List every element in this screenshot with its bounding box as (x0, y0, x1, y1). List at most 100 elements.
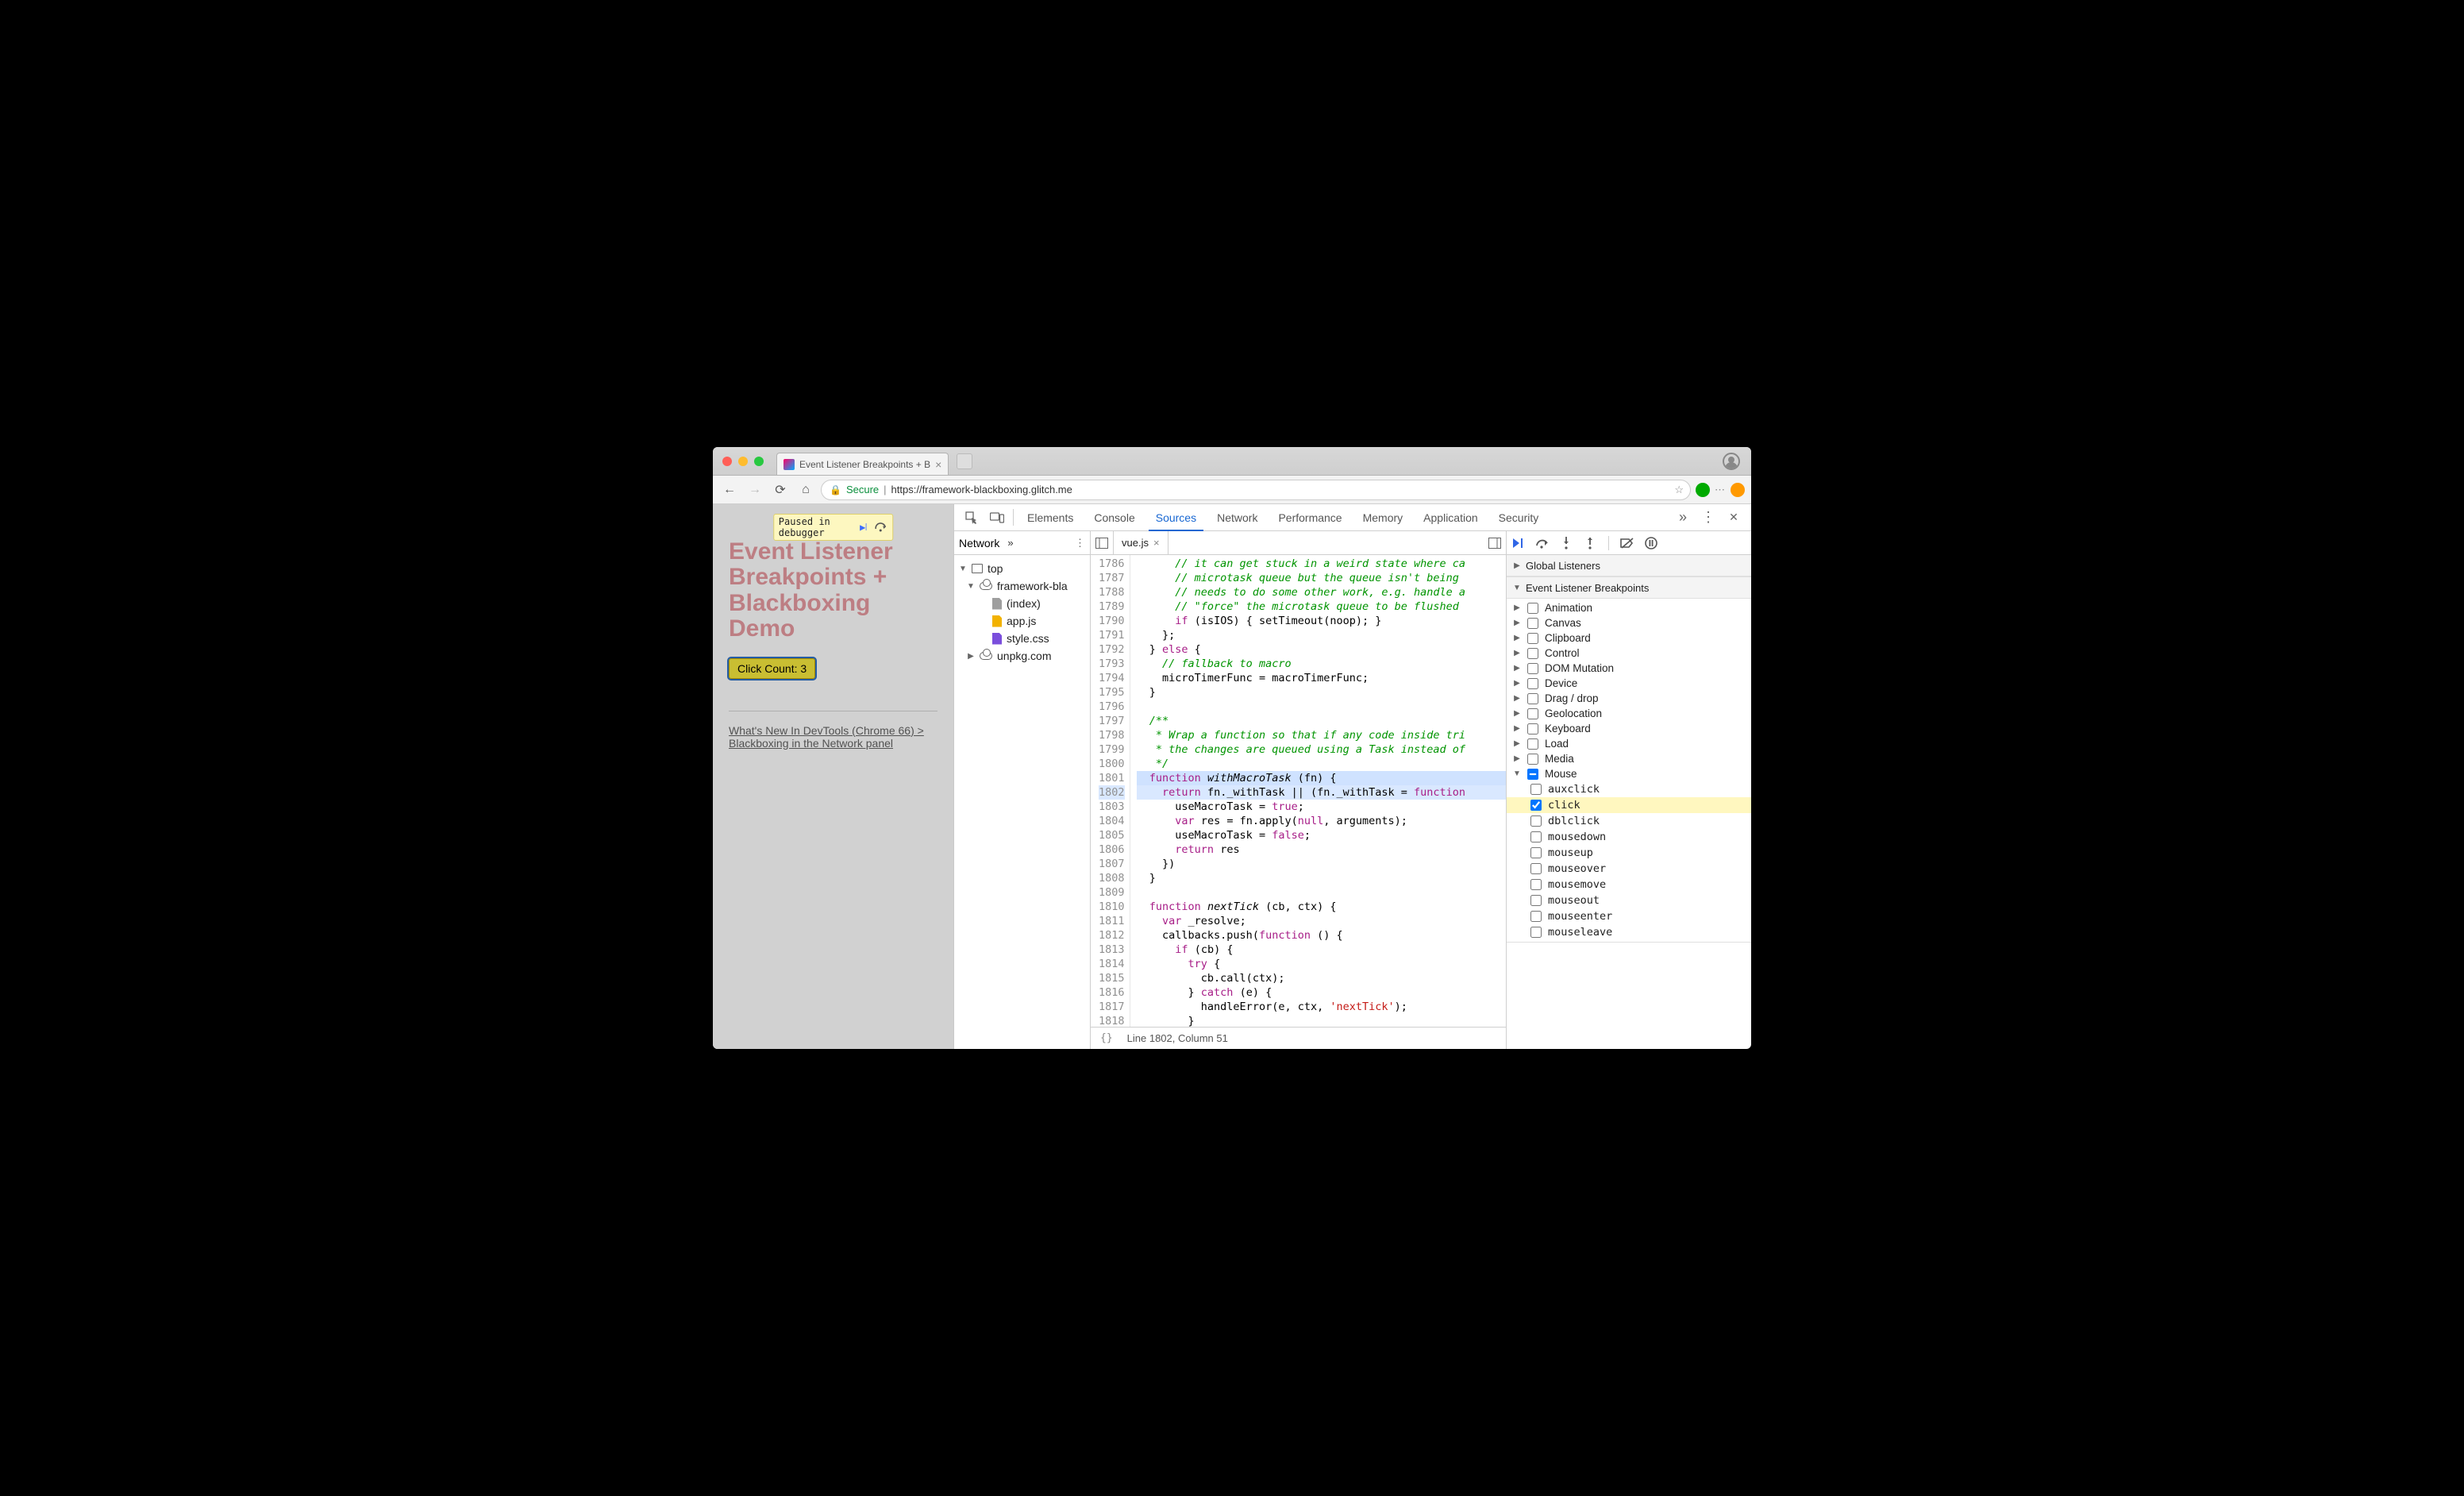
event-category-checkbox[interactable] (1527, 723, 1538, 735)
navigator-overflow-icon[interactable]: » (1007, 537, 1013, 549)
event-checkbox[interactable] (1530, 863, 1542, 874)
event-checkbox[interactable] (1530, 879, 1542, 890)
event-category-checkbox[interactable] (1527, 708, 1538, 719)
event-mouseup[interactable]: mouseup (1507, 845, 1751, 861)
event-checkbox[interactable] (1530, 847, 1542, 858)
event-category-load[interactable]: ▶Load (1507, 736, 1751, 751)
event-mouseout[interactable]: mouseout (1507, 893, 1751, 908)
resume-icon[interactable] (1511, 536, 1526, 550)
address-bar[interactable]: 🔒 Secure | ☆ (821, 480, 1691, 500)
event-category-checkbox[interactable] (1527, 738, 1538, 750)
devtools-close-icon[interactable]: ✕ (1721, 504, 1746, 530)
nav-home-button[interactable]: ⌂ (795, 480, 816, 500)
devtools-menu-icon[interactable]: ⋮ (1696, 504, 1721, 530)
event-checkbox[interactable] (1530, 911, 1542, 922)
event-category-checkbox[interactable] (1527, 618, 1538, 629)
event-category-mouse[interactable]: ▼Mouse (1507, 766, 1751, 781)
nav-reload-button[interactable]: ⟳ (770, 480, 791, 500)
event-category-media[interactable]: ▶Media (1507, 751, 1751, 766)
event-category-checkbox[interactable] (1527, 678, 1538, 689)
nav-back-button[interactable]: ← (719, 480, 740, 500)
event-click[interactable]: click (1507, 797, 1751, 813)
devtools-tab-sources[interactable]: Sources (1145, 504, 1207, 530)
event-category-control[interactable]: ▶Control (1507, 646, 1751, 661)
event-dblclick[interactable]: dblclick (1507, 813, 1751, 829)
deactivate-breakpoints-icon[interactable] (1620, 536, 1634, 550)
event-category-keyboard[interactable]: ▶Keyboard (1507, 721, 1751, 736)
event-category-checkbox[interactable] (1527, 693, 1538, 704)
event-checkbox[interactable] (1530, 815, 1542, 827)
event-mousemove[interactable]: mousemove (1507, 877, 1751, 893)
devtools-tab-memory[interactable]: Memory (1353, 504, 1414, 530)
devtools-overflow-icon[interactable]: » (1670, 504, 1696, 530)
code-text[interactable]: // it can get stuck in a weird state whe… (1130, 555, 1506, 1027)
nav-forward-button[interactable]: → (745, 480, 765, 500)
editor-tab-close-icon[interactable]: × (1153, 537, 1160, 549)
tree-file[interactable]: (index) (954, 595, 1090, 612)
event-mouseover[interactable]: mouseover (1507, 861, 1751, 877)
event-checkbox[interactable] (1530, 831, 1542, 842)
minimize-window-button[interactable] (738, 457, 748, 466)
event-mouseenter[interactable]: mouseenter (1507, 908, 1751, 924)
extension-icon[interactable] (1731, 483, 1745, 497)
tree-file[interactable]: app.js (954, 612, 1090, 630)
event-category-drag-drop[interactable]: ▶Drag / drop (1507, 691, 1751, 706)
navigator-tab-label[interactable]: Network (959, 537, 999, 549)
devtools-tab-application[interactable]: Application (1413, 504, 1488, 530)
event-category-checkbox[interactable] (1527, 769, 1538, 780)
tree-domain[interactable]: ▶unpkg.com (954, 647, 1090, 665)
step-into-icon[interactable] (1559, 536, 1573, 550)
step-over-icon[interactable] (1535, 536, 1550, 550)
event-mousedown[interactable]: mousedown (1507, 829, 1751, 845)
event-auxclick[interactable]: auxclick (1507, 781, 1751, 797)
pretty-print-icon[interactable]: {} (1100, 1032, 1113, 1044)
url-input[interactable] (891, 484, 1682, 495)
event-mouseleave[interactable]: mouseleave (1507, 924, 1751, 940)
devtools-tab-elements[interactable]: Elements (1017, 504, 1084, 530)
bookmark-star-icon[interactable]: ☆ (1674, 484, 1684, 496)
event-checkbox[interactable] (1530, 927, 1542, 938)
navigator-menu-icon[interactable]: ⋮ (1075, 537, 1085, 549)
event-category-animation[interactable]: ▶Animation (1507, 600, 1751, 615)
event-category-canvas[interactable]: ▶Canvas (1507, 615, 1751, 630)
tree-domain[interactable]: ▼framework-bla (954, 577, 1090, 595)
event-category-checkbox[interactable] (1527, 603, 1538, 614)
extension-icon[interactable] (1696, 483, 1710, 497)
event-category-checkbox[interactable] (1527, 754, 1538, 765)
devtools-tab-security[interactable]: Security (1488, 504, 1550, 530)
overlay-step-over-icon[interactable] (875, 522, 887, 533)
devtools-tab-console[interactable]: Console (1084, 504, 1145, 530)
devtools-tab-performance[interactable]: Performance (1268, 504, 1352, 530)
devtools-tab-network[interactable]: Network (1207, 504, 1268, 530)
event-category-clipboard[interactable]: ▶Clipboard (1507, 630, 1751, 646)
zoom-window-button[interactable] (754, 457, 764, 466)
toggle-navigator-icon[interactable] (1091, 538, 1113, 549)
close-window-button[interactable] (722, 457, 732, 466)
event-category-checkbox[interactable] (1527, 663, 1538, 674)
inspect-element-icon[interactable] (959, 504, 984, 530)
profile-avatar-icon[interactable] (1723, 453, 1740, 470)
event-checkbox[interactable] (1530, 800, 1542, 811)
tab-close-icon[interactable]: × (935, 458, 941, 471)
event-checkbox[interactable] (1530, 784, 1542, 795)
event-category-dom-mutation[interactable]: ▶DOM Mutation (1507, 661, 1751, 676)
tree-top-frame[interactable]: ▼top (954, 560, 1090, 577)
pane-header[interactable]: ▶Global Listeners (1507, 555, 1751, 576)
tree-file[interactable]: style.css (954, 630, 1090, 647)
pause-on-exceptions-icon[interactable] (1644, 536, 1658, 550)
device-toolbar-icon[interactable] (984, 504, 1010, 530)
event-category-device[interactable]: ▶Device (1507, 676, 1751, 691)
toggle-debugger-icon[interactable] (1484, 538, 1506, 549)
pane-header[interactable]: ▼Event Listener Breakpoints (1507, 577, 1751, 599)
new-tab-button[interactable] (957, 453, 972, 469)
event-category-checkbox[interactable] (1527, 633, 1538, 644)
code-area[interactable]: 1786178717881789179017911792179317941795… (1091, 555, 1506, 1027)
overlay-resume-icon[interactable]: ▶| (860, 522, 869, 533)
extensions-menu-icon[interactable]: ⋯ (1715, 484, 1726, 496)
event-category-geolocation[interactable]: ▶Geolocation (1507, 706, 1751, 721)
event-checkbox[interactable] (1530, 895, 1542, 906)
event-category-checkbox[interactable] (1527, 648, 1538, 659)
step-out-icon[interactable] (1583, 536, 1597, 550)
browser-tab[interactable]: Event Listener Breakpoints + B × (776, 453, 949, 475)
editor-tab[interactable]: vue.js × (1113, 531, 1168, 554)
